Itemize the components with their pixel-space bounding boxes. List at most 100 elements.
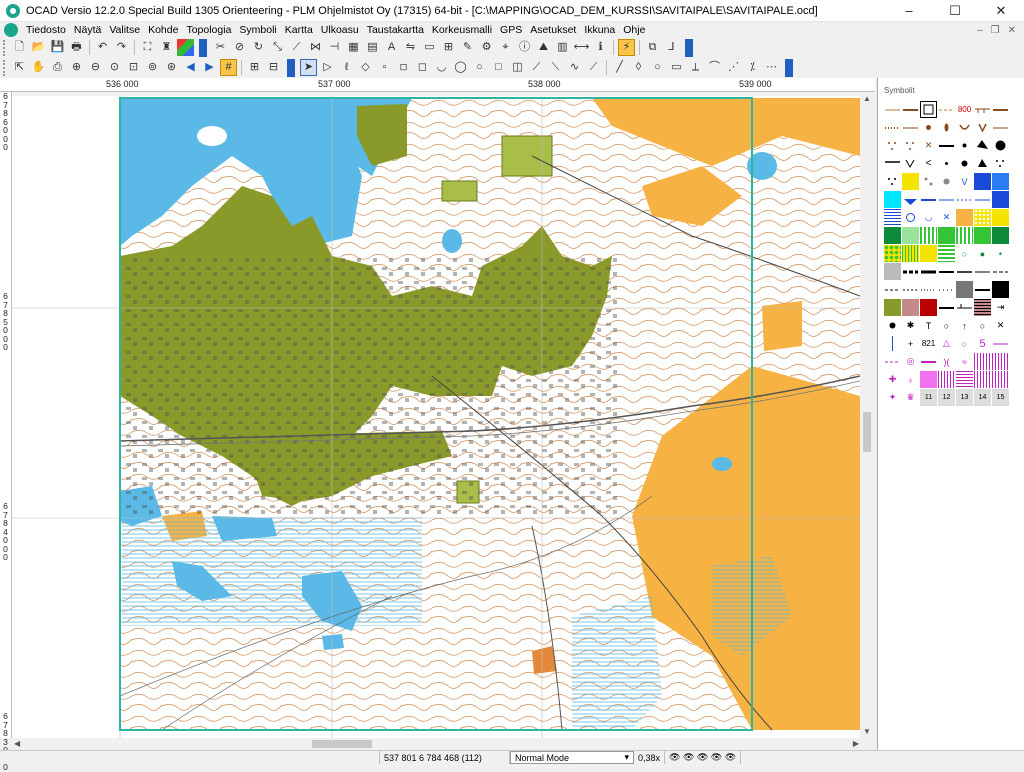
impassable-cliff-symbol[interactable]	[884, 155, 901, 172]
crossing-point-symbol[interactable]: ⇥	[992, 299, 1009, 316]
marsh-line-symbol[interactable]	[974, 191, 991, 208]
pointer-icon[interactable]: ➤	[300, 59, 317, 76]
rotate-icon[interactable]: ↻	[250, 39, 267, 56]
finish-symbol[interactable]: ◎	[902, 353, 919, 370]
polyline-icon[interactable]: ⋰	[725, 59, 742, 76]
out-of-bounds-symbol[interactable]: ≈	[956, 353, 973, 370]
draft-icon[interactable]: ⊞	[246, 59, 263, 76]
scale-icon[interactable]: ⊟	[265, 59, 282, 76]
well-symbol[interactable]: ◡	[920, 209, 937, 226]
toolbar-end[interactable]	[287, 58, 295, 77]
stony-ground-symbol[interactable]	[992, 155, 1009, 172]
index-contour-symbol[interactable]	[902, 101, 919, 118]
compass-rose-symbol[interactable]: ✦	[884, 389, 901, 406]
bare-rock-symbol[interactable]	[884, 173, 901, 190]
registration-mark-symbol[interactable]: +	[902, 335, 919, 352]
cave-symbol[interactable]	[938, 155, 955, 172]
ditch-symbol[interactable]	[938, 191, 955, 208]
smooth-icon[interactable]: ∿	[566, 59, 583, 76]
form-line-symbol[interactable]	[938, 101, 955, 118]
forward-icon[interactable]: ▶	[201, 59, 218, 76]
delete-icon[interactable]: ⊘	[231, 39, 248, 56]
maximize-button[interactable]: ☐	[932, 0, 978, 22]
vertical-scrollbar[interactable]: ▲ ▼	[861, 92, 873, 738]
toolbar-end[interactable]	[785, 58, 793, 77]
undergrowth-symbol[interactable]	[938, 227, 955, 244]
hatch-icon[interactable]: ▥	[554, 39, 571, 56]
symbol-number-13[interactable]: 13	[956, 389, 973, 406]
cultivated-symbol[interactable]	[920, 245, 937, 262]
less-distinct-path-symbol[interactable]	[920, 281, 937, 298]
reshape-icon[interactable]: ⟋	[288, 39, 305, 56]
tower-symbol[interactable]: ✱	[902, 317, 919, 334]
symbol-800[interactable]: 800	[956, 101, 973, 118]
road-symbol[interactable]	[974, 263, 991, 280]
motorway-symbol[interactable]	[920, 263, 937, 280]
settings-icon[interactable]: ⚙	[478, 39, 495, 56]
horizontal-scroll-thumb[interactable]	[312, 740, 372, 748]
undo-icon[interactable]: ↶	[94, 39, 111, 56]
fill-icon[interactable]: ▦	[345, 39, 362, 56]
document-icon[interactable]	[4, 23, 18, 37]
straight-icon[interactable]: ⟋	[585, 59, 602, 76]
gps-icon[interactable]: ⌖	[497, 39, 514, 56]
color-icon[interactable]	[177, 39, 194, 56]
ellipse-draw-icon[interactable]: ○	[649, 59, 666, 76]
paved-area-symbol[interactable]	[884, 263, 901, 280]
rectangle-draw-icon[interactable]: ▭	[668, 59, 685, 76]
indistinct-marsh-symbol[interactable]	[902, 209, 919, 226]
open-land-symbol[interactable]	[956, 209, 973, 226]
crossing-section-symbol[interactable]: )(	[938, 353, 955, 370]
semi-open-symbol[interactable]	[884, 227, 901, 244]
rough-open-land-symbol[interactable]	[974, 209, 991, 226]
selected-symbol[interactable]	[920, 101, 937, 118]
map-canvas[interactable]	[12, 96, 860, 738]
power-line-symbol[interactable]	[974, 281, 991, 298]
cup-symbol[interactable]: ♁	[902, 371, 919, 388]
background-icon[interactable]: ▤	[364, 39, 381, 56]
railway-symbol[interactable]	[902, 263, 919, 280]
toolbar-end[interactable]	[685, 38, 693, 57]
mirror-icon[interactable]: ⇋	[402, 39, 419, 56]
boulder-field-symbol[interactable]	[974, 137, 991, 154]
forest-symbol[interactable]	[902, 227, 919, 244]
special-feature-symbol[interactable]: ✕	[992, 317, 1009, 334]
dash-icon[interactable]: ◻	[414, 59, 431, 76]
broken-ground-symbol[interactable]	[992, 119, 1009, 136]
narrow-marsh-symbol[interactable]	[956, 191, 973, 208]
marsh-symbol[interactable]	[884, 209, 901, 226]
menu-nayta[interactable]: Näytä	[70, 24, 105, 36]
snap-icon[interactable]: ⚡	[618, 39, 635, 56]
zoom-fit-icon[interactable]: ⊙	[106, 59, 123, 76]
menu-tiedosto[interactable]: Tiedosto	[22, 24, 70, 36]
rock-outline-symbol[interactable]	[938, 173, 955, 190]
stream-symbol[interactable]	[920, 191, 937, 208]
yellow-open-symbol[interactable]	[992, 209, 1009, 226]
waterhole-symbol[interactable]	[902, 191, 919, 208]
cross-symbol[interactable]: ✕	[920, 137, 937, 154]
water-symbol[interactable]	[992, 173, 1009, 190]
stony-symbol[interactable]: <	[920, 155, 937, 172]
prominent-line-symbol[interactable]: ○	[974, 317, 991, 334]
major-road-symbol[interactable]	[938, 263, 955, 280]
purple-hatch-symbol[interactable]	[938, 371, 955, 388]
text-icon[interactable]: A	[383, 39, 400, 56]
rock-ground-symbol[interactable]	[974, 155, 991, 172]
lake-symbol[interactable]	[974, 173, 991, 190]
menu-ulkoasu[interactable]: Ulkoasu	[317, 24, 363, 36]
open-icon[interactable]: 📂	[30, 39, 47, 56]
zoom-next-icon[interactable]: ⊛	[163, 59, 180, 76]
vegetation-stripes-symbol[interactable]	[920, 227, 937, 244]
info-icon[interactable]: ⓘ	[516, 39, 533, 56]
boulder-symbol[interactable]	[956, 137, 973, 154]
view-mode-icons[interactable]: 👁 👁 👁 👁 👁	[665, 751, 742, 764]
more-icon[interactable]: ⋯	[763, 59, 780, 76]
numbers-icon[interactable]: ⁒	[744, 59, 761, 76]
area-icon[interactable]: ▭	[421, 39, 438, 56]
elongated-knoll-symbol[interactable]	[938, 119, 955, 136]
hand-icon[interactable]: ✋	[30, 59, 47, 76]
redo-icon[interactable]: ↷	[113, 39, 130, 56]
cliff-symbol[interactable]	[938, 137, 955, 154]
fullscreen-icon[interactable]: ⛶	[139, 39, 156, 56]
fill-gaps-icon[interactable]: ⟋	[528, 59, 545, 76]
